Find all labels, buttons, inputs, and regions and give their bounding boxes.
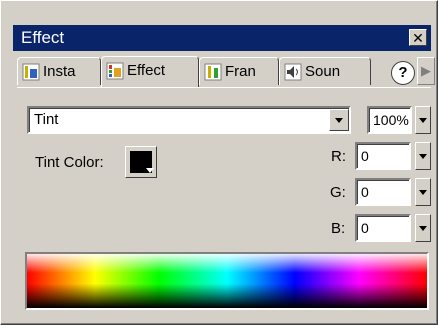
g-value: 0 xyxy=(361,184,369,200)
tab-label: Effect xyxy=(127,62,166,79)
close-button[interactable]: ✕ xyxy=(409,29,427,46)
help-button[interactable]: ? xyxy=(391,61,415,85)
tab-scroll-right-button[interactable]: ▶ xyxy=(417,57,435,85)
effect-panel-window: Effect ✕ Insta Effect Fran Soun ? ▶ Tint… xyxy=(0,0,438,325)
tab-frame[interactable]: Fran xyxy=(199,57,279,85)
tint-amount-value: 100% xyxy=(373,112,409,128)
tab-label: Fran xyxy=(225,63,256,80)
tab-sound[interactable]: Soun xyxy=(279,57,371,85)
effect-icon xyxy=(106,62,124,80)
title-bar[interactable]: Effect ✕ xyxy=(13,25,431,51)
b-value: 0 xyxy=(361,220,369,236)
tab-instance[interactable]: Insta xyxy=(17,57,101,85)
frame-icon xyxy=(204,63,222,81)
tint-color-label: Tint Color: xyxy=(35,154,104,171)
effect-type-dropdown[interactable]: Tint xyxy=(27,106,351,134)
chevron-down-icon[interactable] xyxy=(329,109,349,131)
window-title: Effect xyxy=(21,28,65,47)
color-spectrum-picker[interactable] xyxy=(25,252,429,310)
b-field[interactable]: 0 xyxy=(355,214,411,242)
tab-label: Insta xyxy=(43,63,76,80)
g-label: G: xyxy=(330,184,346,201)
g-arrow[interactable] xyxy=(415,178,431,206)
r-label: R: xyxy=(331,148,346,165)
g-field[interactable]: 0 xyxy=(355,178,411,206)
tint-color-swatch[interactable] xyxy=(125,146,157,178)
tab-label: Soun xyxy=(305,63,341,80)
effect-type-value: Tint xyxy=(34,111,59,128)
b-arrow[interactable] xyxy=(415,214,431,242)
chevron-down-icon xyxy=(146,168,154,173)
tab-effect[interactable]: Effect xyxy=(101,56,199,87)
spectrum-gradient[interactable] xyxy=(27,254,427,308)
effect-panel: Tint 100% Tint Color: R: 0 G: 0 B: 0 xyxy=(17,87,431,316)
b-label: B: xyxy=(331,220,346,237)
r-value: 0 xyxy=(361,148,369,164)
r-arrow[interactable] xyxy=(415,142,431,170)
sound-icon xyxy=(284,63,302,81)
tint-amount-field[interactable]: 100% xyxy=(367,106,412,134)
tab-strip: Insta Effect Fran Soun ? ▶ xyxy=(17,56,435,87)
instance-icon xyxy=(22,63,40,81)
r-field[interactable]: 0 xyxy=(355,142,411,170)
tint-amount-arrow[interactable] xyxy=(415,106,431,134)
